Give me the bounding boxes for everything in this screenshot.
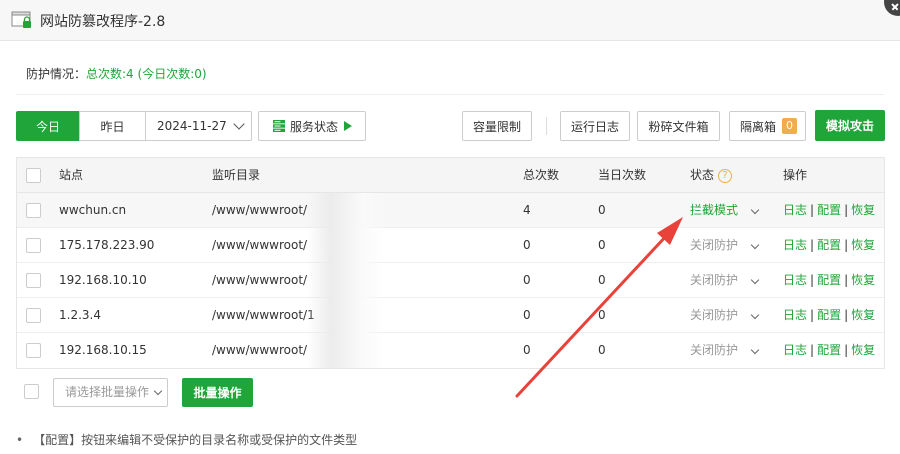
help-note: 【配置】按钮来编辑不受保护的目录名称或受保护的文件类型 [16,431,357,448]
row-ops: 日志 | 配置 | 恢复 [783,273,876,287]
row-site: 1.2.3.4 [59,308,101,322]
row-site: wwchun.cn [59,203,127,217]
table-row: 1.2.3.4 /www/wwwroot/1 0 0 关闭防护 日志 | 配置 | 恢复 [17,298,884,333]
shred-box-button[interactable]: 粉碎文件箱 [637,111,720,141]
row-checkbox[interactable] [26,203,41,218]
window-title: 网站防篡改程序-2.8 [40,14,166,30]
restore-link[interactable]: 恢复 [851,308,875,322]
batch-operation-select[interactable]: 请选择批量操作 [53,378,168,407]
redacted-blur [307,298,387,333]
capacity-limit-button[interactable]: 容量限制 [462,111,532,141]
row-site: 192.168.10.10 [59,273,147,287]
config-link[interactable]: 配置 [817,308,841,322]
help-icon[interactable]: ? [718,168,733,183]
row-ops: 日志 | 配置 | 恢复 [783,308,876,322]
restore-link[interactable]: 恢复 [851,343,875,357]
row-total: 4 [523,203,531,217]
config-link[interactable]: 配置 [817,203,841,217]
header-site: 站点 [59,168,84,182]
config-link[interactable]: 配置 [817,238,841,252]
header-total: 总次数 [523,168,560,182]
row-ops: 日志 | 配置 | 恢复 [783,343,876,357]
table-row: wwchun.cn /www/wwwroot/ 4 0 拦截模式 日志 | 配置 | 恢… [17,193,884,228]
row-checkbox[interactable] [26,273,41,288]
header-ops: 操作 [783,168,808,182]
row-today: 0 [598,238,606,252]
isolation-count-badge: 0 [782,118,798,134]
batch-operation-button[interactable]: 批量操作 [182,378,253,407]
row-site: 175.178.223.90 [59,238,155,252]
chevron-down-icon [233,118,245,130]
header-dir: 监听目录 [212,168,261,182]
window-titlebar: 网站防篡改程序-2.8 [0,0,900,41]
isolation-box-button[interactable]: 隔离箱 0 [729,111,806,141]
row-total: 0 [523,308,531,322]
header-status-label: 状态 [690,168,715,182]
close-icon[interactable] [884,0,900,16]
row-ops: 日志 | 配置 | 恢复 [783,203,876,217]
log-link[interactable]: 日志 [783,203,807,217]
config-link[interactable]: 配置 [817,343,841,357]
row-today: 0 [598,308,606,322]
header-today: 当日次数 [598,168,647,182]
batch-placeholder: 请选择批量操作 [65,385,150,399]
server-icon [272,120,285,132]
restore-link[interactable]: 恢复 [851,203,875,217]
table-row: 192.168.10.15 /www/wwwroot/ 0 0 关闭防护 日志 |… [17,333,884,368]
row-today: 0 [598,273,606,287]
protect-summary: 总次数:4 (今日次数:0) [86,67,207,81]
log-link[interactable]: 日志 [783,308,807,322]
sites-table: 站点 监听目录 总次数 当日次数 状态? 操作 wwchun.cn /www/w… [16,157,885,369]
table-header: 站点 监听目录 总次数 当日次数 状态? 操作 [17,158,884,193]
log-link[interactable]: 日志 [783,238,807,252]
redacted-blur [307,333,387,368]
toolbar-separator [546,117,547,135]
date-value: 2024-11-27 [157,119,227,133]
isolation-label: 隔离箱 [740,119,777,134]
table-row: 192.168.10.10 /www/wwwroot/ 0 0 关闭防护 日志 |… [17,263,884,298]
chevron-down-icon [153,386,163,396]
service-status-label: 服务状态 [289,119,338,134]
row-checkbox[interactable] [26,238,41,253]
row-total: 0 [523,238,531,252]
row-total: 0 [523,343,531,357]
log-link[interactable]: 日志 [783,343,807,357]
divider [16,94,884,95]
play-icon [344,121,352,131]
select-all-checkbox[interactable] [26,168,41,183]
config-link[interactable]: 配置 [817,273,841,287]
row-total: 0 [523,273,531,287]
batch-select-all-checkbox[interactable] [24,384,39,399]
row-site: 192.168.10.15 [59,343,147,357]
restore-link[interactable]: 恢复 [851,238,875,252]
row-checkbox[interactable] [26,343,41,358]
row-ops: 日志 | 配置 | 恢复 [783,238,876,252]
header-status: 状态? [690,158,770,193]
redacted-blur [307,263,387,298]
simulate-attack-button[interactable]: 模拟攻击 [815,110,885,141]
row-today: 0 [598,203,606,217]
date-select[interactable]: 2024-11-27 [145,111,252,141]
shield-lock-icon [11,11,31,28]
protect-label: 防护情况： [26,67,87,81]
run-log-button[interactable]: 运行日志 [560,111,630,141]
table-row: 175.178.223.90 /www/wwwroot/ 0 0 关闭防护 日志… [17,228,884,263]
service-status-button[interactable]: 服务状态 [258,111,366,141]
tab-yesterday[interactable]: 昨日 [79,111,146,141]
restore-link[interactable]: 恢复 [851,273,875,287]
redacted-blur [307,228,387,263]
redacted-blur [307,193,387,228]
row-today: 0 [598,343,606,357]
row-checkbox[interactable] [26,308,41,323]
protect-info: 防护情况：总次数:4 (今日次数:0) [26,65,207,82]
log-link[interactable]: 日志 [783,273,807,287]
tab-today[interactable]: 今日 [16,111,80,141]
